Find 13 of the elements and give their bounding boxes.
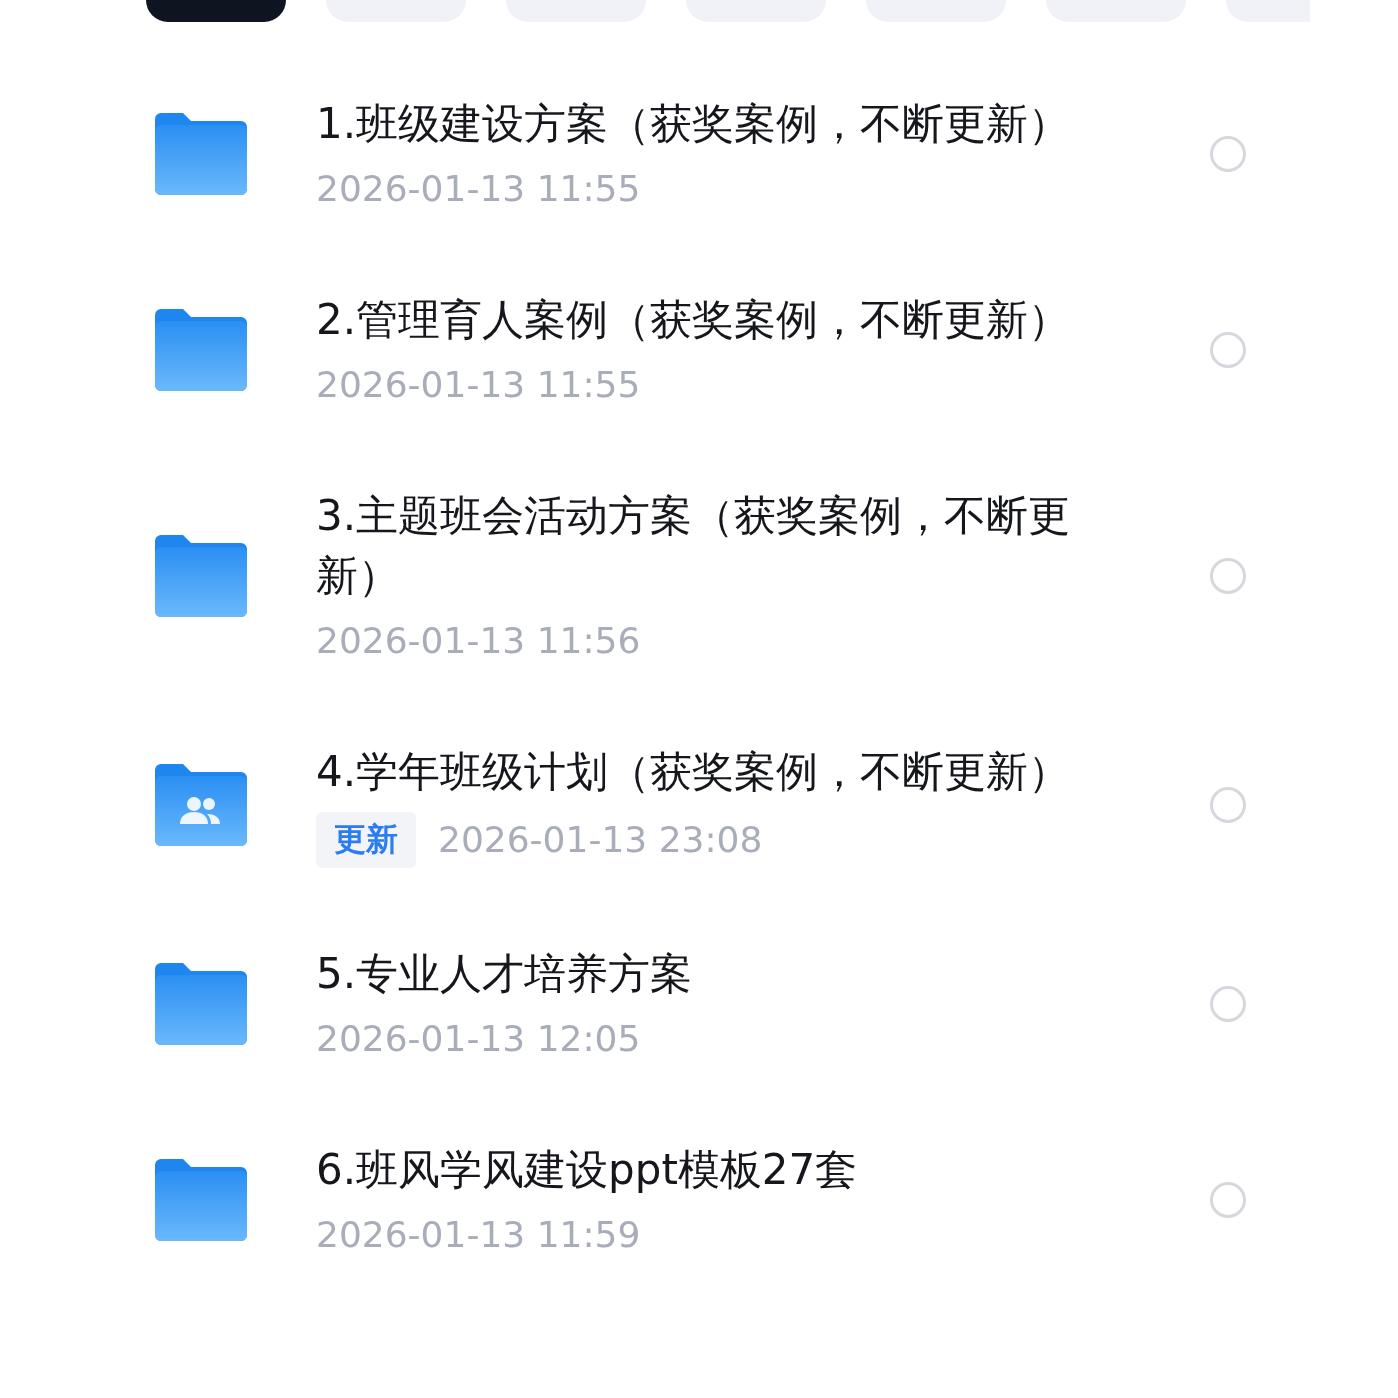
file-date: 2026-01-13 23:08 xyxy=(438,818,763,862)
file-title[interactable]: 6.班风学风建设ppt模板27套 xyxy=(316,1140,1136,1200)
file-title[interactable]: 2.管理育人案例（获奖案例，不断更新） xyxy=(316,290,1136,350)
file-title[interactable]: 3.主题班会活动方案（获奖案例，不断更新） xyxy=(316,486,1136,606)
file-date: 2026-01-13 11:55 xyxy=(316,167,641,211)
file-date: 2026-01-13 11:59 xyxy=(316,1213,641,1257)
file-date: 2026-01-13 11:56 xyxy=(316,619,641,663)
file-date: 2026-01-13 12:05 xyxy=(316,1017,641,1061)
file-date: 2026-01-13 11:55 xyxy=(316,363,641,407)
file-title[interactable]: 4.学年班级计划（获奖案例，不断更新） xyxy=(316,742,1136,802)
file-title[interactable]: 5.专业人才培养方案 xyxy=(316,944,1136,1004)
file-title[interactable]: 1.班级建设方案（获奖案例，不断更新） xyxy=(316,94,1136,154)
update-badge: 更新 xyxy=(316,812,416,868)
